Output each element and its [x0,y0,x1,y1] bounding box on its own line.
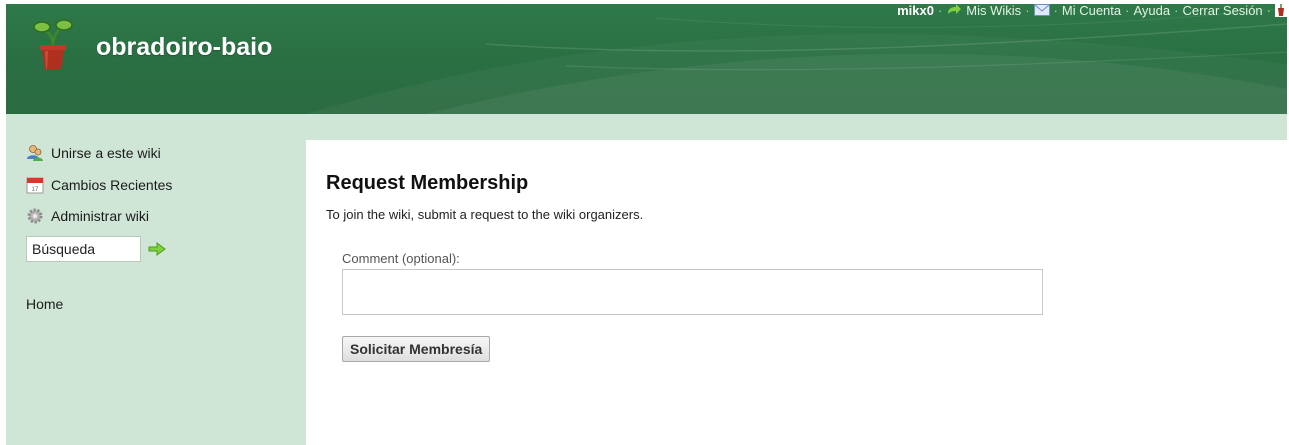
go-arrow-icon[interactable] [148,242,166,256]
request-membership-button[interactable]: Solicitar Membresía [342,336,491,362]
join-users-icon [27,145,43,161]
sidebar-item-recent-changes[interactable]: 17 Cambios Recientes [26,176,172,194]
comment-label: Comment (optional): [342,251,460,266]
page-frame: obradoiro-baio mikx0 · Mis Wikis · · Mi … [6,4,1287,445]
page-description: To join the wiki, submit a request to th… [326,207,644,222]
logout-link[interactable]: Cerrar Sesión [1182,4,1262,18]
calendar-icon: 17 [26,177,44,194]
forward-arrow-icon [948,4,962,14]
search-input[interactable] [26,236,141,262]
site-title[interactable]: obradoiro-baio [96,33,272,62]
top-navigation: mikx0 · Mis Wikis · · Mi Cuenta · Ayuda … [897,4,1287,21]
my-wikis-link[interactable]: Mis Wikis [966,4,1021,18]
nav-separator: · [1053,4,1058,18]
sidebar-item-manage-wiki[interactable]: Administrar wiki [26,207,149,225]
gear-icon [27,208,43,224]
comment-field[interactable] [342,269,1043,315]
page-title: Request Membership [326,172,529,194]
nav-separator: · [1266,4,1271,18]
nav-separator: · [1174,4,1179,18]
potted-plant-icon[interactable] [32,16,74,72]
site-header: obradoiro-baio mikx0 · Mis Wikis · · Mi … [6,4,1287,114]
help-link[interactable]: Ayuda [1133,4,1170,18]
sidebar-home-link[interactable]: Home [26,296,63,312]
nav-separator: · [1125,4,1130,18]
mail-icon [1033,4,1050,16]
username-link[interactable]: mikx0 [897,4,934,18]
main-content: Request Membership To join the wiki, sub… [306,140,1287,445]
sidebar-item-label: Unirse a este wiki [51,145,161,161]
my-account-link[interactable]: Mi Cuenta [1062,4,1121,18]
sidebar-item-label: Administrar wiki [51,208,150,224]
svg-text:17: 17 [32,187,39,193]
sidebar-item-join-wiki[interactable]: Unirse a este wiki [26,144,161,162]
nav-separator: · [1025,4,1030,18]
nav-separator: · [937,4,943,18]
sidebar: Unirse a este wiki 17 Cambios Recientes … [6,114,306,445]
sidebar-item-label: Cambios Recientes [51,177,173,193]
potted-plant-small-icon [1275,4,1287,17]
